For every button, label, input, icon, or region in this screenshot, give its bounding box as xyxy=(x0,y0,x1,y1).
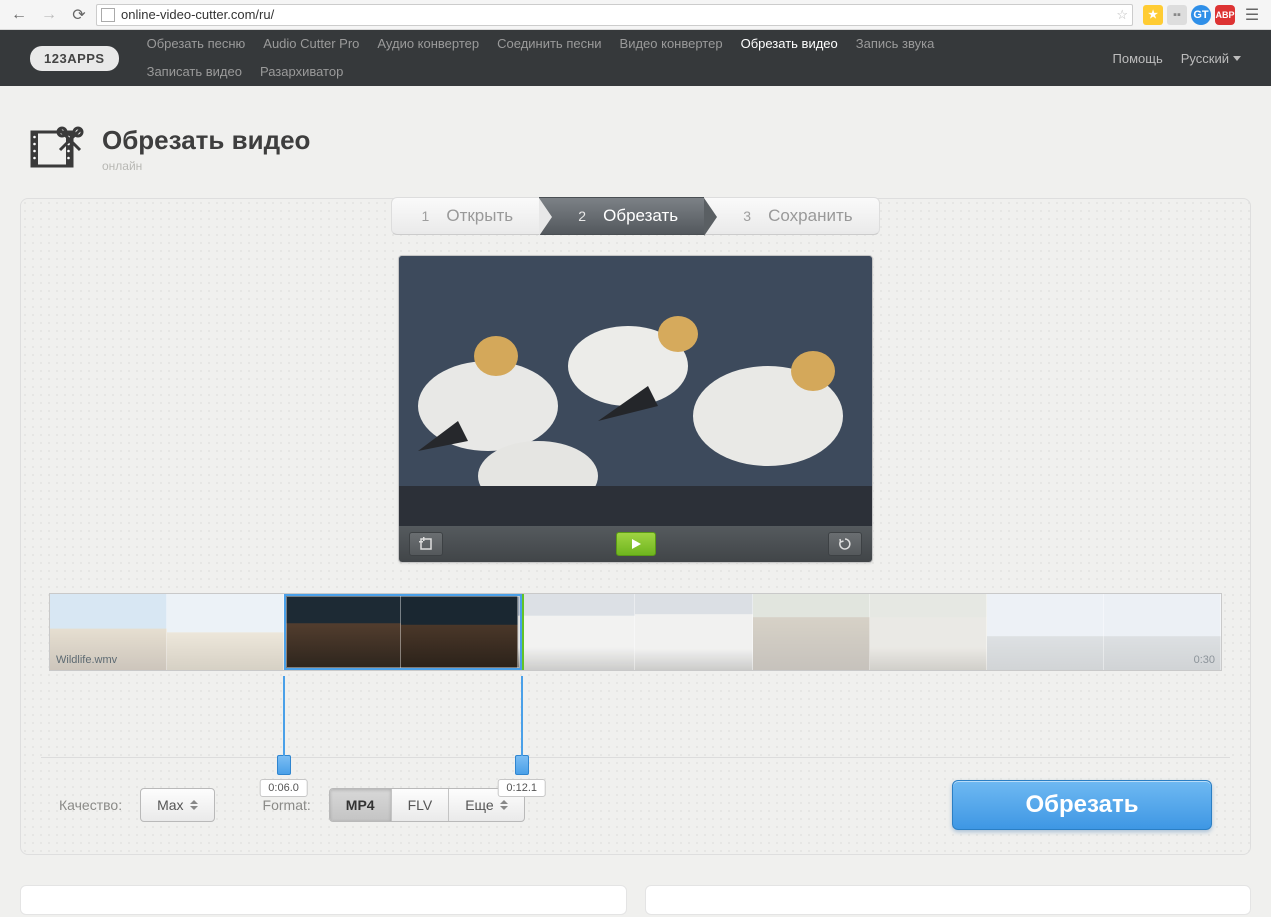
info-cards xyxy=(20,885,1251,915)
cut-button[interactable]: Обрезать xyxy=(952,780,1212,830)
page-icon xyxy=(101,8,115,22)
selection-end-handle[interactable] xyxy=(515,755,529,775)
nav-link[interactable]: Соединить песни xyxy=(497,35,601,53)
timeline-duration: 0:30 xyxy=(1194,654,1215,666)
page-subtitle: онлайн xyxy=(102,159,310,173)
nav-links: Обрезать песню Audio Cutter Pro Аудио конв… xyxy=(147,27,1017,89)
url-text: online-video-cutter.com/ru/ xyxy=(121,7,274,22)
bookmark-icon[interactable]: ☆ xyxy=(1116,7,1128,23)
browser-toolbar: ← → ⟳ online-video-cutter.com/ru/ ☆ ★ ▪▪… xyxy=(0,0,1271,30)
info-card xyxy=(645,885,1252,915)
selection-end-time[interactable]: 0:12.1 xyxy=(497,779,546,797)
play-button[interactable] xyxy=(616,532,656,556)
ext-icon-2[interactable]: ▪▪ xyxy=(1167,5,1187,25)
ext-icon-gt[interactable]: GT xyxy=(1191,5,1211,25)
nav-link[interactable]: Обрезать видео xyxy=(741,35,838,53)
app-icon xyxy=(30,122,84,176)
page-header: Обрезать видео онлайн xyxy=(0,86,1271,198)
nav-link[interactable]: Аудио конвертер xyxy=(377,35,479,53)
format-label: Format: xyxy=(263,797,311,813)
back-button[interactable]: ← xyxy=(6,4,32,26)
timeline-filename: Wildlife.wmv xyxy=(56,654,117,666)
format-selector: MP4FLVЕще xyxy=(329,788,525,822)
menu-button[interactable]: ☰ xyxy=(1239,4,1265,26)
editor-panel: 1Открыть2Обрезать3Сохранить xyxy=(20,198,1251,855)
step-1[interactable]: 1Открыть xyxy=(391,197,539,235)
reload-button[interactable]: ⟳ xyxy=(66,4,92,26)
timeline[interactable]: 0:12.1 Wildlife.wmv 0:30 xyxy=(49,593,1222,671)
updown-icon xyxy=(190,800,198,810)
video-controls xyxy=(399,526,872,562)
site-logo[interactable]: 123APPS xyxy=(30,46,119,71)
step-indicator: 1Открыть2Обрезать3Сохранить xyxy=(21,197,1250,235)
ext-icon-1[interactable]: ★ xyxy=(1143,5,1163,25)
page-title: Обрезать видео xyxy=(102,125,310,156)
nav-link[interactable]: Видео конвертер xyxy=(620,35,723,53)
video-preview[interactable] xyxy=(399,256,872,526)
nav-link[interactable]: Обрезать песню xyxy=(147,35,246,53)
quality-label: Качество: xyxy=(59,797,122,813)
info-card xyxy=(20,885,627,915)
address-bar[interactable]: online-video-cutter.com/ru/ ☆ xyxy=(96,4,1133,26)
nav-link[interactable]: Записать видео xyxy=(147,63,242,81)
step-3[interactable]: 3Сохранить xyxy=(704,197,879,235)
forward-button[interactable]: → xyxy=(36,4,62,26)
format-option[interactable]: FLV xyxy=(391,789,449,821)
nav-link[interactable]: Запись звука xyxy=(856,35,935,53)
rotate-button[interactable] xyxy=(828,532,862,556)
chevron-down-icon xyxy=(1233,56,1241,61)
ext-icon-abp[interactable]: ABP xyxy=(1215,5,1235,25)
format-option[interactable]: MP4 xyxy=(330,789,391,821)
help-link[interactable]: Помощь xyxy=(1113,51,1163,66)
step-2[interactable]: 2Обрезать xyxy=(539,197,704,235)
nav-link[interactable]: Разархиватор xyxy=(260,63,343,81)
options-bar: Качество: Max Format: MP4FLVЕще Обрезать xyxy=(41,757,1230,830)
video-player xyxy=(398,255,873,563)
language-selector[interactable]: Русский xyxy=(1181,51,1241,66)
extension-icons: ★ ▪▪ GT ABP ☰ xyxy=(1137,4,1265,26)
crop-button[interactable] xyxy=(409,532,443,556)
quality-selector[interactable]: Max xyxy=(141,789,213,821)
selection-start-time[interactable]: 0:06.0 xyxy=(259,779,308,797)
nav-link[interactable]: Audio Cutter Pro xyxy=(263,35,359,53)
site-nav: 123APPS Обрезать песню Audio Cutter Pro Ау… xyxy=(0,30,1271,86)
selection-start-handle[interactable] xyxy=(277,755,291,775)
